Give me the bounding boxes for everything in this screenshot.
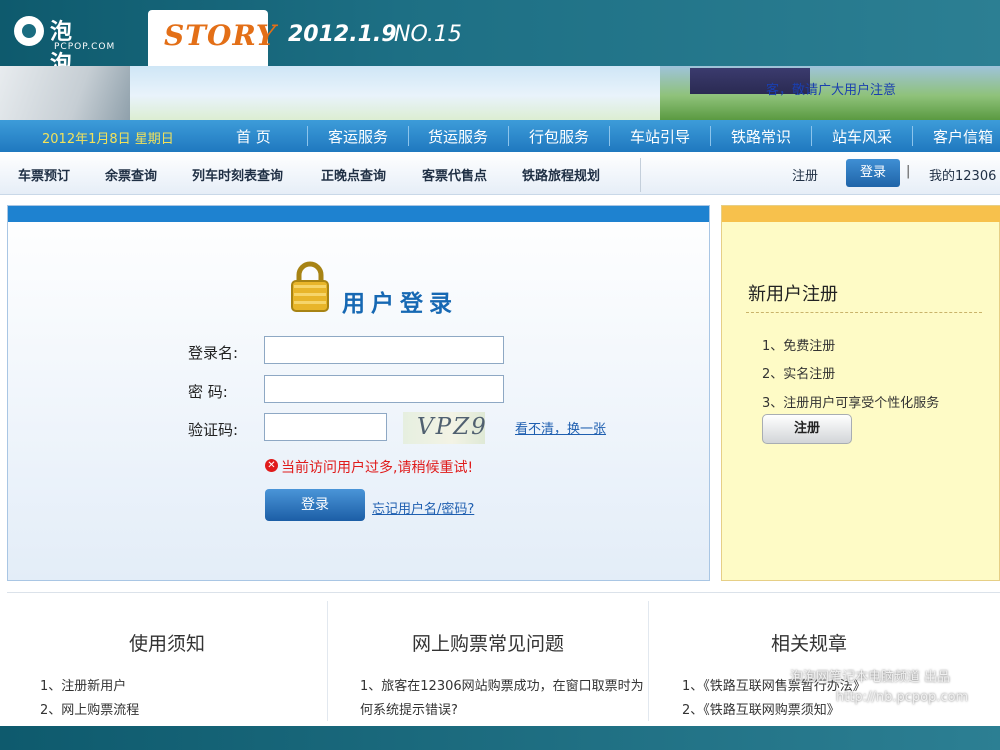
register-panel: 新用户注册 1、免费注册 2、实名注册 3、注册用户可享受个性化服务 注册 xyxy=(721,205,1000,581)
captcha-input[interactable] xyxy=(264,413,387,441)
captcha-text: VPZ9 xyxy=(417,414,488,440)
captcha-label: 验证码: xyxy=(188,421,239,439)
footer-band xyxy=(0,726,1000,750)
logo-icon xyxy=(14,16,44,46)
my12306-link[interactable]: 我的12306 xyxy=(929,165,996,184)
nav-separator xyxy=(307,126,308,146)
login-button[interactable]: 登录 xyxy=(265,489,365,521)
nav-separator xyxy=(508,126,509,146)
nav-separator xyxy=(609,126,610,146)
site-banner: 客，敬请广大用户注意 xyxy=(0,66,1000,120)
magazine-header: 泡泡网 PCPOP.COM STORY 2012.1.9 NO.15 xyxy=(0,0,1000,109)
register-item: 3、注册用户可享受个性化服务 xyxy=(762,396,940,411)
nav-item-railway-knowledge[interactable]: 铁路常识 xyxy=(731,126,791,147)
nav-separator xyxy=(710,126,711,146)
username-label: 登录名: xyxy=(188,344,239,362)
subnav-pipe: | xyxy=(906,164,911,179)
error-text: 当前访问用户过多,请稍候重试! xyxy=(281,460,474,476)
info-faq-item[interactable]: 何系统提示错误? xyxy=(360,699,458,718)
username-input[interactable] xyxy=(264,336,504,364)
forgot-password-link[interactable]: 忘记用户名/密码? xyxy=(372,498,474,517)
sub-nav: 车票预订 余票查询 列车时刻表查询 正晚点查询 客票代售点 铁路旅程规划 注册 … xyxy=(0,152,1000,195)
nav-separator xyxy=(408,126,409,146)
info-area: 使用须知 1、注册新用户 2、网上购票流程 网上购票常见问题 1、旅客在1230… xyxy=(7,592,1000,727)
register-divider xyxy=(746,312,982,313)
nav-item-mailbox[interactable]: 客户信箱 xyxy=(933,126,993,147)
info-faq-item[interactable]: 1、旅客在12306网站购票成功，在窗口取票时为 xyxy=(360,675,644,694)
password-input[interactable] xyxy=(264,375,504,403)
nav-item-luggage[interactable]: 行包服务 xyxy=(529,126,589,147)
nav-separator xyxy=(811,126,812,146)
banner-marquee: 客，敬请广大用户注意 xyxy=(766,83,897,98)
nav-item-station-guide[interactable]: 车站引导 xyxy=(630,126,690,147)
login-panel-header xyxy=(8,206,709,222)
info-faq: 网上购票常见问题 1、旅客在12306网站购票成功，在窗口取票时为 何系统提示错… xyxy=(328,593,648,727)
watermark: 泡泡网笔记本电脑频道 出品 xyxy=(790,670,951,685)
register-button[interactable]: 注册 xyxy=(762,414,852,444)
nav-item-home[interactable]: 首 页 xyxy=(236,126,271,147)
info-rules-item[interactable]: 2、《铁路互联网购票须知》 xyxy=(682,699,840,718)
subnav-timetable[interactable]: 列车时刻表查询 xyxy=(192,165,283,184)
nav-date: 2012年1月8日 星期日 xyxy=(42,132,174,147)
info-notice: 使用须知 1、注册新用户 2、网上购票流程 xyxy=(7,593,327,727)
subnav-trip-planner[interactable]: 铁路旅程规划 xyxy=(522,165,600,184)
watermark-url: http://nb.pcpop.com xyxy=(836,690,969,705)
nav-item-freight[interactable]: 货运服务 xyxy=(428,126,488,147)
nav-item-station-style[interactable]: 站车风采 xyxy=(832,126,892,147)
logo-en: PCPOP.COM xyxy=(54,42,116,52)
captcha-refresh-link[interactable]: 看不清，换一张 xyxy=(515,418,606,437)
register-item: 2、实名注册 xyxy=(762,367,836,382)
subnav-ticket-booking[interactable]: 车票预订 xyxy=(18,165,70,184)
info-notice-item[interactable]: 1、注册新用户 xyxy=(40,675,126,694)
captcha-image[interactable]: VPZ9 xyxy=(403,412,488,444)
info-rules-title: 相关规章 xyxy=(770,633,847,655)
login-title: 用户登录 xyxy=(342,291,458,317)
lock-icon xyxy=(291,261,329,312)
train-image xyxy=(0,66,130,120)
nav-item-passenger[interactable]: 客运服务 xyxy=(328,126,388,147)
subnav-remaining-tickets[interactable]: 余票查询 xyxy=(105,165,157,184)
register-link[interactable]: 注册 xyxy=(792,165,818,184)
story-label: STORY xyxy=(164,19,277,52)
register-panel-header xyxy=(722,206,1000,222)
issue-date: 2012.1.9 xyxy=(288,22,397,47)
error-icon: ✕ xyxy=(265,459,278,472)
issue-number: NO.15 xyxy=(394,22,462,47)
nav-separator xyxy=(912,126,913,146)
login-panel: 用户登录 登录名: 密 码: 验证码: VPZ9 看不清，换一张 ✕ 当前访问用… xyxy=(7,205,710,581)
story-badge: STORY xyxy=(148,10,276,66)
password-label: 密 码: xyxy=(188,383,228,401)
info-faq-title: 网上购票常见问题 xyxy=(411,633,564,655)
subnav-punctuality[interactable]: 正晚点查询 xyxy=(321,165,386,184)
subnav-ticket-agents[interactable]: 客票代售点 xyxy=(422,165,487,184)
register-title: 新用户注册 xyxy=(748,284,838,305)
register-item: 1、免费注册 xyxy=(762,339,836,354)
info-notice-item[interactable]: 2、网上购票流程 xyxy=(40,699,139,718)
login-tab[interactable]: 登录 xyxy=(846,159,900,187)
info-rules: 相关规章 1、《铁路互联网售票暂行办法》 2、《铁路互联网购票须知》 xyxy=(649,593,1000,727)
subnav-divider xyxy=(640,158,641,192)
info-notice-title: 使用须知 xyxy=(128,633,205,655)
main-nav: 2012年1月8日 星期日 首 页 客运服务 货运服务 行包服务 车站引导 铁路… xyxy=(0,120,1000,152)
